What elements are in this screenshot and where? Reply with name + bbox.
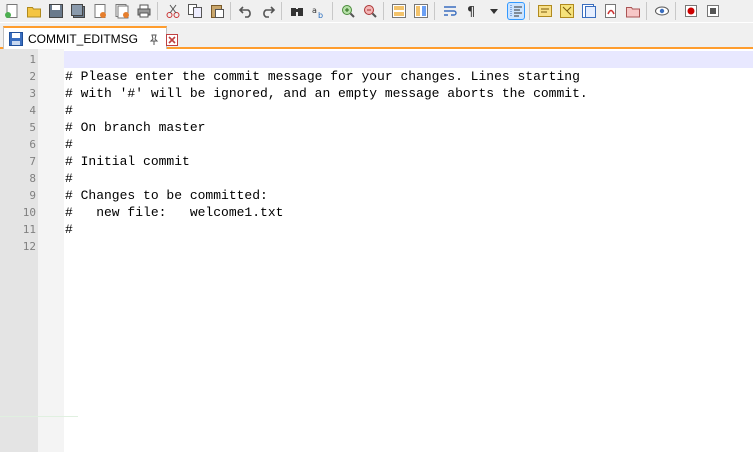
code-line[interactable]: # Changes to be committed:: [65, 187, 268, 204]
replace-icon[interactable]: ab: [311, 3, 327, 19]
tab-commit-editmsg[interactable]: COMMIT_EDITMSG: [3, 26, 178, 49]
redo-icon[interactable]: [260, 3, 276, 19]
code-line[interactable]: #: [65, 136, 73, 153]
line-number: 9: [29, 189, 36, 202]
editor[interactable]: 1 2 3 4 5 6 7 8 9 10 11 12 # Please enter the commi…: [0, 49, 753, 452]
line-number: 6: [29, 138, 36, 151]
new-file-icon[interactable]: [4, 3, 20, 19]
record-macro-icon[interactable]: [683, 3, 699, 19]
line-number: 3: [29, 87, 36, 100]
toolbar-separator: [281, 2, 282, 20]
folder-icon[interactable]: [625, 3, 641, 19]
save-all-icon[interactable]: [70, 3, 86, 19]
code-line[interactable]: #: [65, 221, 73, 238]
line-number: 8: [29, 172, 36, 185]
line-number-gutter: 1 2 3 4 5 6 7 8 9 10 11 12: [0, 49, 38, 452]
show-all-characters-icon[interactable]: ¶: [464, 3, 480, 19]
paste-icon[interactable]: [209, 3, 225, 19]
indent-guide-icon[interactable]: [507, 2, 525, 20]
sync-horizontal-icon[interactable]: [413, 3, 429, 19]
save-icon[interactable]: [48, 3, 64, 19]
zoom-out-icon[interactable]: [362, 3, 378, 19]
function-list-icon[interactable]: [581, 3, 597, 19]
code-line[interactable]: # with '#' will be ignored, and an empty…: [65, 85, 588, 102]
scroll-indicator: [0, 416, 78, 417]
zoom-in-icon[interactable]: [340, 3, 356, 19]
tab-label: COMMIT_EDITMSG: [28, 31, 138, 46]
word-wrap-icon[interactable]: [442, 3, 458, 19]
open-file-icon[interactable]: [26, 3, 42, 19]
close-all-icon[interactable]: [114, 3, 130, 19]
close-tab-icon[interactable]: [166, 33, 178, 46]
toolbar-separator: [157, 2, 158, 20]
toolbar-separator: [529, 2, 530, 20]
dropdown-arrow-icon[interactable]: [486, 3, 502, 19]
code-line[interactable]: #: [65, 170, 73, 187]
folder-as-workspace-icon[interactable]: [603, 3, 619, 19]
monitoring-icon[interactable]: [654, 3, 670, 19]
close-icon[interactable]: [92, 3, 108, 19]
line-number: 4: [29, 104, 36, 117]
line-number: 2: [29, 70, 36, 83]
code-line[interactable]: #: [65, 102, 73, 119]
fold-margin: [38, 49, 64, 452]
code-line[interactable]: # Please enter the commit message for yo…: [65, 68, 580, 85]
stop-recording-icon[interactable]: [705, 3, 721, 19]
find-icon[interactable]: [289, 3, 305, 19]
tab-bar: COMMIT_EDITMSG: [0, 23, 753, 49]
line-number: 11: [22, 223, 36, 236]
toolbar-separator: [383, 2, 384, 20]
code-line[interactable]: # On branch master: [65, 119, 205, 136]
svg-text:a: a: [312, 6, 317, 15]
line-number: 5: [29, 121, 36, 134]
line-number: 7: [29, 155, 36, 168]
document-map-icon[interactable]: [559, 3, 575, 19]
line-number: 10: [22, 206, 36, 219]
toolbar-separator: [646, 2, 647, 20]
toolbar-separator: [675, 2, 676, 20]
saved-file-icon: [8, 31, 24, 47]
pin-icon[interactable]: [148, 33, 160, 45]
svg-text:b: b: [318, 11, 323, 19]
copy-icon[interactable]: [187, 3, 203, 19]
svg-text:¶: ¶: [467, 5, 475, 19]
toolbar-separator: [434, 2, 435, 20]
user-language-icon[interactable]: [537, 3, 553, 19]
undo-icon[interactable]: [238, 3, 254, 19]
code-line[interactable]: # Initial commit: [65, 153, 190, 170]
line-number: 12: [22, 240, 36, 253]
cut-icon[interactable]: [165, 3, 181, 19]
toolbar-separator: [332, 2, 333, 20]
toolbar: a b ¶: [0, 0, 753, 22]
line-number: 1: [29, 53, 36, 66]
print-icon[interactable]: [136, 3, 152, 19]
code-line[interactable]: # new file: welcome1.txt: [65, 204, 283, 221]
current-line-highlight: [64, 51, 753, 68]
sync-vertical-icon[interactable]: [391, 3, 407, 19]
toolbar-separator: [230, 2, 231, 20]
